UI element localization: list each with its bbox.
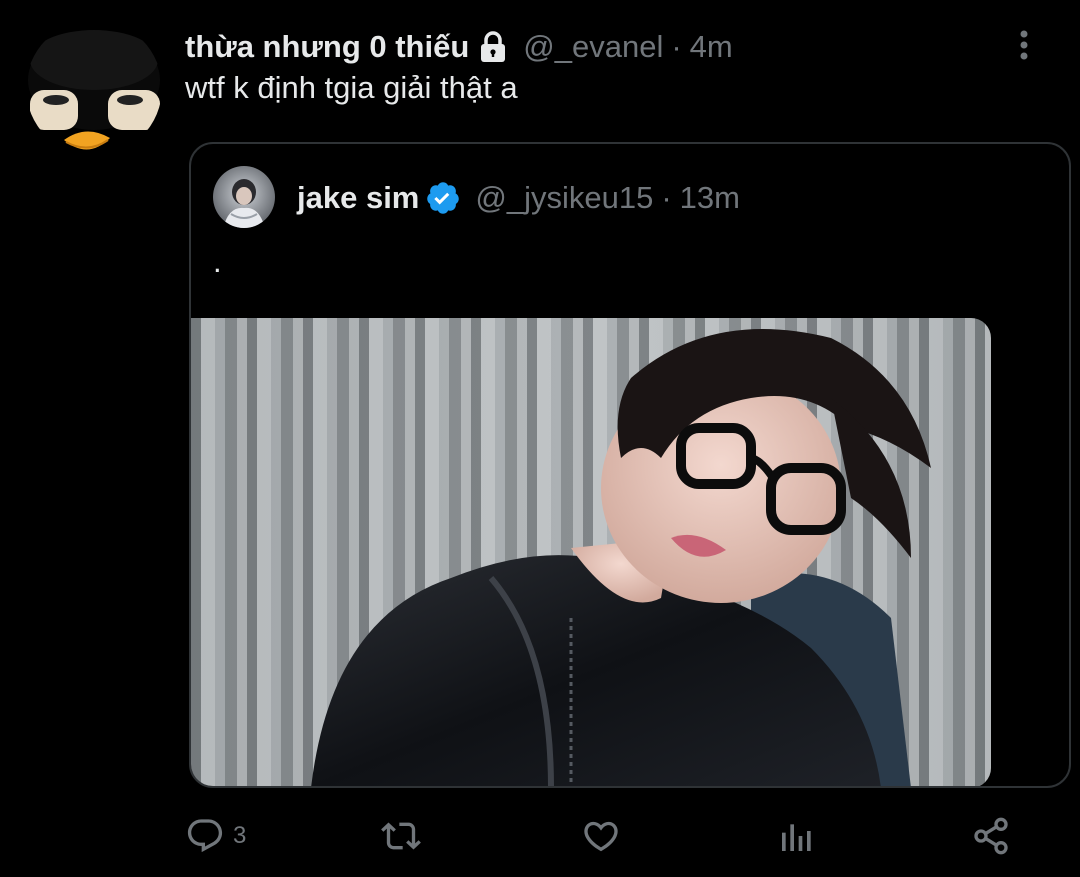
- analytics-icon: [782, 824, 811, 851]
- like-button[interactable]: [581, 812, 629, 860]
- share-button[interactable]: [971, 812, 1011, 860]
- lock-icon: [475, 29, 511, 65]
- separator-dot: ·: [671, 29, 682, 64]
- quoted-tweet[interactable]: jake sim @_jysikeu15 · 13m .: [189, 142, 1071, 788]
- quoted-author-display-name[interactable]: jake sim: [297, 180, 419, 216]
- heart-icon: [584, 821, 618, 852]
- quoted-tweet-timestamp[interactable]: 13m: [680, 180, 740, 216]
- quoted-tweet-photo[interactable]: [191, 318, 991, 786]
- tweet-timestamp[interactable]: 4m: [690, 29, 733, 65]
- tweet-action-bar: 3: [185, 812, 1025, 860]
- views-button[interactable]: [777, 812, 825, 860]
- profile-photo-icon: [213, 166, 275, 228]
- author-avatar[interactable]: [26, 20, 162, 156]
- more-options-icon[interactable]: [1012, 28, 1036, 64]
- author-handle[interactable]: @_evanel: [523, 29, 663, 65]
- retweet-icon: [381, 822, 421, 850]
- author-display-name[interactable]: thừa nhưng 0 thiếu: [185, 29, 469, 65]
- share-icon: [974, 817, 1008, 855]
- quoted-tweet-text: .: [213, 244, 222, 279]
- reply-button[interactable]: 3: [185, 812, 246, 860]
- quoted-tweet-header: jake sim @_jysikeu15 · 13m: [297, 178, 740, 218]
- quoted-author-avatar[interactable]: [213, 166, 275, 228]
- reply-icon: [187, 819, 223, 853]
- tweet-header: thừa nhưng 0 thiếu @_evanel · 4m: [185, 26, 733, 68]
- penguin-avatar-icon: [26, 20, 162, 156]
- retweet-button[interactable]: [381, 812, 429, 860]
- tweet[interactable]: thừa nhưng 0 thiếu @_evanel · 4m wtf k đ…: [0, 0, 1080, 877]
- tweet-text: wtf k định tgia giải thật a: [185, 70, 518, 105]
- separator-dot: ·: [661, 180, 672, 215]
- reply-count: 3: [233, 822, 247, 849]
- verified-badge-icon: [425, 180, 461, 216]
- quoted-author-handle[interactable]: @_jysikeu15: [475, 180, 653, 216]
- photo-illustration: [191, 318, 991, 786]
